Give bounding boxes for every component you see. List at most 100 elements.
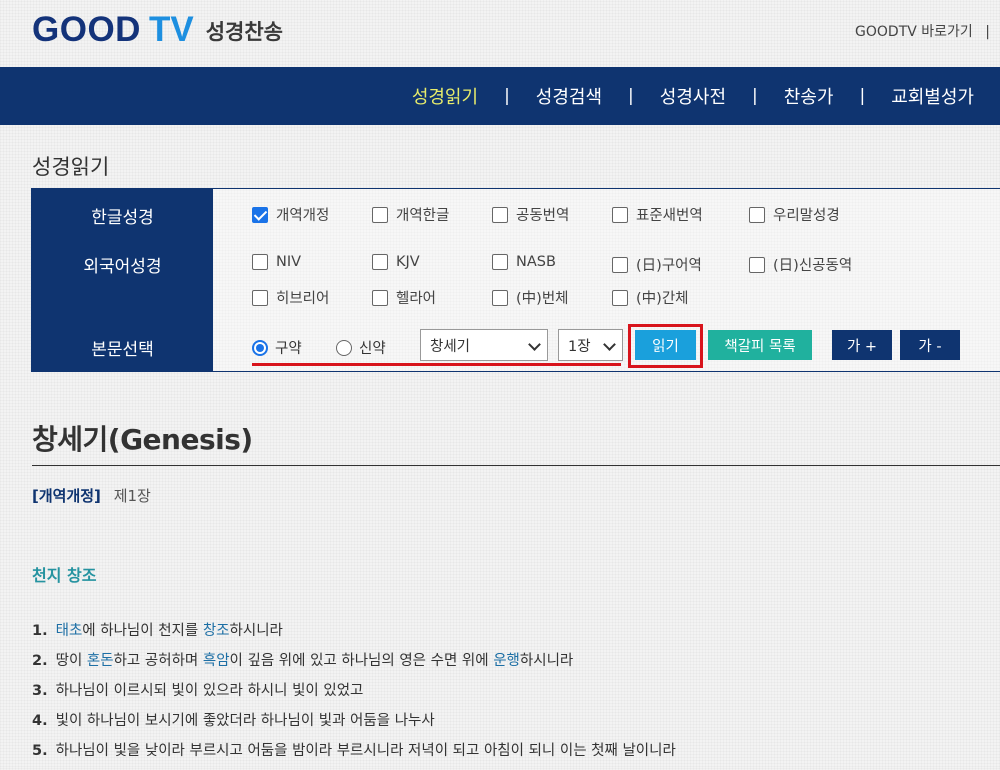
text-select-label: 본문선택 (91, 340, 154, 360)
checkbox-hebrew[interactable]: 히브리어 (252, 287, 329, 308)
verse-text: 하시니라 (519, 653, 574, 669)
checkbox-icon[interactable] (612, 256, 628, 273)
checkbox-label: (中)번체 (516, 291, 569, 307)
section-title: 천지 창조 (32, 566, 97, 585)
checkbox-urimal[interactable]: 우리말성경 (749, 204, 840, 225)
verse-number: 4. (32, 713, 48, 729)
radio-new-testament[interactable]: 신약 (336, 337, 386, 358)
checkbox-label: 개역개정 (276, 208, 330, 224)
nav-church-hymns[interactable]: 교회별성가 (891, 83, 974, 109)
verse-item: 5. 하나님이 빛을 낮이라 부르시고 어둠을 밤이라 부르시니라 저녁이 되고 … (32, 740, 676, 770)
checkbox-jp-singongdong[interactable]: (日)신공동역 (749, 254, 852, 275)
verse-item: 1. 태초에 하나님이 천지를 창조하시니라 (32, 620, 676, 650)
checkbox-gaeyeok-gaejeong[interactable]: 개역개정 (252, 204, 329, 225)
checkbox-icon[interactable] (749, 206, 765, 223)
checkbox-nasb[interactable]: NASB (492, 254, 556, 270)
bible-selection-panel: 한글성경 외국어성경 본문선택 개역개정 개역한글 공동번역 표준새번역 우리말… (31, 188, 1000, 372)
checkbox-label: (日)구어역 (636, 258, 702, 274)
checkbox-label: (日)신공동역 (773, 258, 853, 274)
version-chapter-line: [개역개정] 제1장 (32, 485, 151, 506)
verse-number: 3. (32, 683, 48, 699)
verse-text: 하나님이 이르시되 빛이 있으라 하시니 빛이 있었고 (55, 683, 364, 699)
chevron-down-icon (603, 338, 616, 351)
checkbox-cn-simplified[interactable]: (中)간체 (612, 287, 689, 308)
goodtv-shortcut-link[interactable]: GOODTV 바로가기 (855, 24, 973, 40)
foreign-bible-label: 외국어성경 (83, 257, 162, 277)
verse-keyword-link[interactable]: 혼돈 (87, 653, 114, 669)
checkbox-kjv[interactable]: KJV (372, 254, 420, 270)
verse-item: 2. 땅이 혼돈하고 공허하며 흑암이 깊음 위에 있고 하나님의 영은 수면 위… (32, 650, 676, 680)
checkbox-icon[interactable] (372, 254, 388, 270)
checkbox-gaeyeok-hangeul[interactable]: 개역한글 (372, 204, 449, 225)
read-button[interactable]: 읽기 (635, 330, 696, 360)
checkbox-label: 히브리어 (276, 291, 330, 307)
book-select[interactable]: 창세기 (420, 329, 548, 361)
verse-item: 4. 빛이 하나님이 보시기에 좋았더라 하나님이 빛과 어둠을 나누사 (32, 710, 676, 740)
checkbox-label: 표준새번역 (636, 208, 703, 224)
nav-separator: | (504, 86, 510, 106)
checkbox-niv[interactable]: NIV (252, 254, 301, 270)
verse-keyword-link[interactable]: 창조 (203, 623, 230, 639)
nav-hymns[interactable]: 찬송가 (784, 83, 834, 109)
goodtv-logo[interactable]: GOOD TV 성경찬송 (32, 10, 283, 50)
checkbox-icon[interactable] (492, 289, 508, 306)
logo-tv: TV (148, 10, 194, 49)
checkbox-checked-icon[interactable] (252, 206, 268, 223)
verse-text: 빛이 하나님이 보시기에 좋았더라 하나님이 빛과 어둠을 나누사 (55, 713, 435, 729)
verse-keyword-link[interactable]: 흑암 (203, 653, 230, 669)
checkbox-icon[interactable] (372, 289, 388, 306)
checkbox-label: NIV (276, 254, 302, 270)
chapter-select[interactable]: 1장 (558, 329, 623, 361)
radio-old-testament[interactable]: 구약 (252, 337, 302, 358)
verse-number: 2. (32, 653, 48, 669)
radio-selected-icon[interactable] (252, 339, 268, 356)
checkbox-greek[interactable]: 헬라어 (372, 287, 436, 308)
verse-text: 하고 공허하며 (113, 653, 203, 669)
nav-bible-read[interactable]: 성경읽기 (412, 83, 478, 109)
font-increase-button[interactable]: 가 + (832, 330, 892, 360)
checkbox-icon[interactable] (492, 254, 508, 270)
checkbox-icon[interactable] (252, 289, 268, 306)
top-link-area: GOODTV 바로가기 | (855, 21, 990, 41)
verse-text: 에 하나님이 천지를 (82, 623, 203, 639)
verse-list: 1. 태초에 하나님이 천지를 창조하시니라 2. 땅이 혼돈하고 공허하며 흑암이 … (32, 620, 676, 770)
verse-number: 5. (32, 743, 48, 759)
checkbox-icon[interactable] (252, 254, 268, 270)
checkbox-icon[interactable] (492, 206, 508, 223)
checkbox-label: KJV (396, 254, 420, 270)
bookmark-list-button[interactable]: 책갈피 목록 (708, 330, 812, 360)
book-select-value: 창세기 (430, 338, 471, 355)
checkbox-label: 우리말성경 (773, 208, 840, 224)
nav-separator: | (752, 86, 758, 106)
checkbox-pyojun-saebeonyeok[interactable]: 표준새번역 (612, 204, 703, 225)
book-title: 창세기(Genesis) (32, 423, 253, 456)
checkbox-gongdong[interactable]: 공동번역 (492, 204, 569, 225)
top-link-separator: | (985, 24, 990, 40)
verse-keyword-link[interactable]: 운행 (493, 653, 520, 669)
verse-text: 하시니라 (229, 623, 283, 639)
radio-label: 신약 (359, 341, 386, 357)
page-title: 성경읽기 (32, 155, 110, 179)
version-tag: [개역개정] (32, 487, 101, 505)
checkbox-label: (中)간체 (636, 291, 689, 307)
checkbox-cn-traditional[interactable]: (中)번체 (492, 287, 569, 308)
checkbox-label: NASB (516, 254, 556, 270)
checkbox-icon[interactable] (749, 256, 765, 273)
nav-bible-dictionary[interactable]: 성경사전 (660, 83, 726, 109)
chevron-down-icon (528, 338, 541, 351)
checkbox-label: 헬라어 (396, 291, 437, 307)
chapter-label: 제1장 (113, 487, 151, 505)
checkbox-label: 공동번역 (516, 208, 570, 224)
verse-text: 땅이 (55, 653, 87, 669)
verse-number: 1. (32, 623, 48, 639)
verse-keyword-link[interactable]: 태초 (56, 623, 83, 639)
checkbox-icon[interactable] (612, 206, 628, 223)
main-nav: 성경읽기 | 성경검색 | 성경사전 | 찬송가 | 교회별성가 (0, 67, 1000, 125)
checkbox-icon[interactable] (372, 206, 388, 223)
font-decrease-button[interactable]: 가 - (900, 330, 960, 360)
nav-bible-search[interactable]: 성경검색 (536, 83, 602, 109)
checkbox-icon[interactable] (612, 289, 628, 306)
logo-subtitle: 성경찬송 (205, 20, 283, 44)
radio-icon[interactable] (336, 339, 352, 356)
checkbox-jp-guoyeok[interactable]: (日)구어역 (612, 254, 702, 275)
